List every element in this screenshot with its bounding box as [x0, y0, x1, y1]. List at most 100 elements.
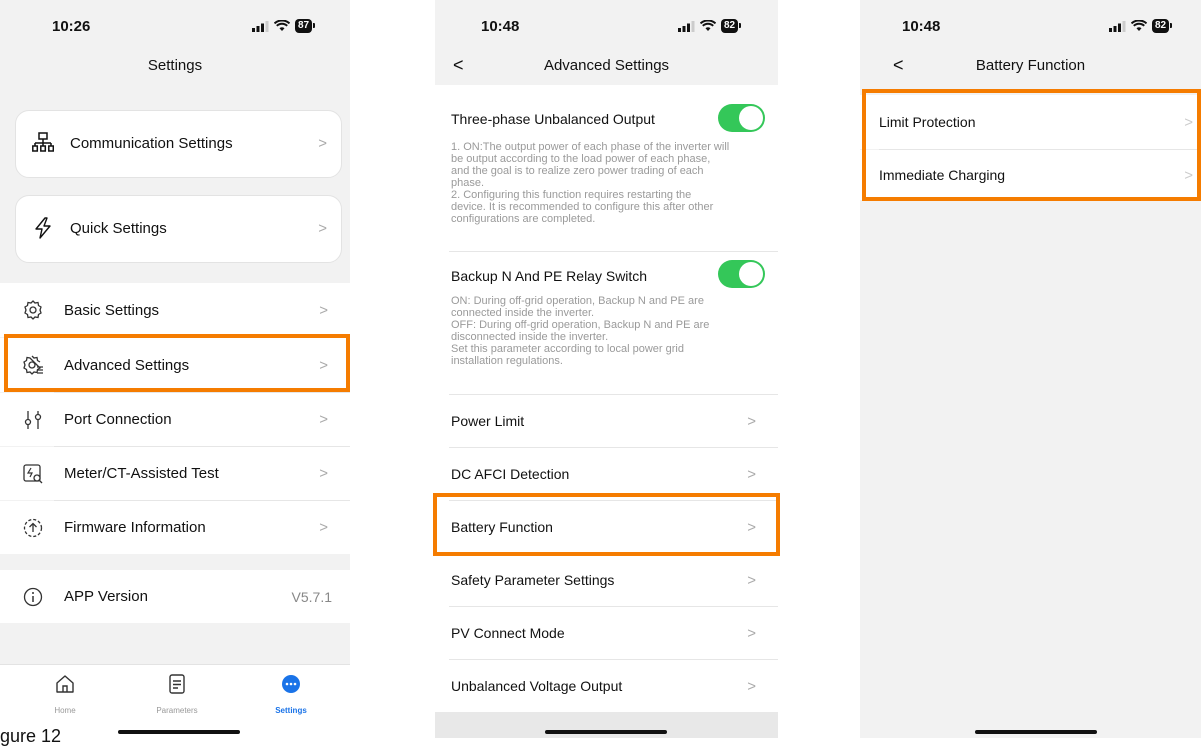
chevron-right-icon: > — [319, 411, 328, 428]
advanced-settings-item[interactable]: Advanced Settings > — [0, 338, 350, 392]
chevron-right-icon: > — [319, 356, 328, 374]
desc-line: ON: During off-grid operation, Backup N … — [451, 295, 704, 307]
wifi-icon — [700, 20, 716, 31]
status-time: 10:26 — [52, 18, 91, 35]
communication-settings-card[interactable]: Communication Settings > — [15, 110, 342, 178]
chevron-right-icon: > — [318, 220, 327, 237]
meter-ct-test-item[interactable]: Meter/CT-Assisted Test > — [0, 447, 350, 500]
backup-relay-toggle[interactable] — [718, 260, 765, 288]
three-phase-unbalanced-label: Three-phase Unbalanced Output — [451, 111, 655, 127]
desc-line: be output according to the load power of… — [451, 153, 711, 165]
chevron-right-icon: > — [747, 412, 756, 430]
three-phase-description: 1. ON:The output power of each phase of … — [451, 141, 762, 225]
tab-parameters[interactable]: Parameters — [137, 673, 217, 715]
home-icon — [56, 675, 74, 693]
signal-icon — [252, 20, 269, 32]
dc-afci-detection-label: DC AFCI Detection — [451, 466, 570, 482]
three-phase-unbalanced-toggle[interactable] — [718, 104, 765, 132]
chevron-right-icon: > — [747, 624, 756, 642]
limit-protection-label: Limit Protection — [879, 114, 976, 130]
battery-function-label: Battery Function — [451, 519, 553, 535]
dc-afci-detection-item[interactable]: DC AFCI Detection > — [435, 448, 778, 500]
quick-settings-card[interactable]: Quick Settings > — [15, 195, 342, 263]
tab-home-label: Home — [54, 706, 76, 715]
unbalanced-voltage-output-item[interactable]: Unbalanced Voltage Output > — [435, 660, 778, 712]
pv-connect-mode-item[interactable]: PV Connect Mode > — [435, 607, 778, 659]
desc-line: 1. ON:The output power of each phase of … — [451, 141, 730, 153]
desc-line: OFF: During off-grid operation, Backup N… — [451, 319, 710, 331]
info-icon — [23, 587, 43, 607]
status-icons: 82 — [1109, 19, 1173, 33]
desc-line: phase. — [451, 177, 485, 189]
battery-function-screen: 10:48 82 < Battery Function Limit Protec… — [860, 0, 1201, 738]
desc-line: disconnected inside the inverter. — [451, 331, 609, 343]
immediate-charging-item[interactable]: Immediate Charging > — [860, 150, 1201, 200]
basic-settings-item[interactable]: Basic Settings > — [0, 283, 350, 337]
bottom-area — [435, 712, 778, 738]
chevron-right-icon: > — [747, 677, 756, 695]
settings-screen: 10:26 87 Settings Communication Settings… — [0, 0, 350, 738]
sliders-icon — [24, 411, 42, 429]
port-connection-label: Port Connection — [64, 411, 172, 428]
meter-search-icon — [23, 464, 43, 484]
signal-icon — [678, 20, 695, 32]
advanced-settings-label: Advanced Settings — [64, 356, 190, 374]
status-bar: 10:48 82 — [860, 0, 1201, 50]
app-version-label: APP Version — [64, 588, 148, 605]
tab-home[interactable]: Home — [25, 673, 105, 715]
backup-relay-section: Backup N And PE Relay Switch ON: During … — [435, 252, 778, 394]
safety-parameter-settings-item[interactable]: Safety Parameter Settings > — [435, 554, 778, 606]
desc-line: Set this parameter according to local po… — [451, 343, 684, 355]
status-bar: 10:26 87 — [0, 0, 350, 50]
page-title: Settings — [147, 57, 203, 74]
three-phase-unbalanced-section: Three-phase Unbalanced Output 1. ON:The … — [435, 96, 778, 250]
meter-ct-test-label: Meter/CT-Assisted Test — [64, 465, 219, 482]
home-indicator — [545, 730, 667, 734]
status-icons: 82 — [678, 19, 742, 33]
status-bar: 10:48 82 — [435, 0, 778, 50]
desc-line: device. It is recommended to configure t… — [451, 201, 714, 213]
firmware-information-item[interactable]: Firmware Information > — [0, 501, 350, 554]
battery-indicator: 87 — [295, 19, 316, 33]
desc-line: installation regulations. — [451, 355, 563, 367]
advanced-settings-screen: 10:48 82 < Advanced Settings Three-phase… — [435, 0, 778, 738]
app-version-value: V5.7.1 — [291, 588, 332, 605]
desc-line: and the goal is to realize zero power tr… — [451, 165, 704, 177]
chevron-right-icon: > — [1184, 113, 1193, 131]
safety-parameter-settings-label: Safety Parameter Settings — [451, 572, 615, 588]
communication-settings-label: Communication Settings — [70, 135, 233, 152]
pv-connect-mode-label: PV Connect Mode — [451, 625, 565, 641]
unbalanced-voltage-output-label: Unbalanced Voltage Output — [451, 678, 623, 694]
quick-settings-label: Quick Settings — [70, 220, 167, 237]
power-limit-label: Power Limit — [451, 413, 525, 429]
tab-settings[interactable]: Settings — [251, 673, 331, 715]
chevron-right-icon: > — [319, 301, 328, 319]
lightning-icon — [35, 217, 51, 239]
battery-indicator: 82 — [721, 19, 742, 33]
backup-relay-description: ON: During off-grid operation, Backup N … — [451, 295, 762, 367]
limit-protection-item[interactable]: Limit Protection > — [860, 95, 1201, 149]
gear-icon — [24, 300, 42, 320]
status-time: 10:48 — [902, 18, 941, 35]
power-limit-item[interactable]: Power Limit > — [435, 395, 778, 447]
firmware-upgrade-icon — [23, 518, 43, 538]
chevron-right-icon: > — [747, 571, 756, 589]
page-title: Battery Function — [975, 57, 1086, 74]
immediate-charging-label: Immediate Charging — [879, 167, 1006, 183]
basic-settings-label: Basic Settings — [64, 301, 160, 319]
desc-line: configurations are completed. — [451, 213, 596, 225]
battery-function-item[interactable]: Battery Function > — [435, 501, 778, 553]
wifi-icon — [274, 20, 290, 31]
chevron-right-icon: > — [1184, 166, 1193, 184]
home-indicator — [975, 730, 1097, 734]
chevron-right-icon: > — [747, 518, 756, 536]
port-connection-item[interactable]: Port Connection > — [0, 393, 350, 446]
home-indicator — [118, 730, 240, 734]
status-time: 10:48 — [481, 18, 520, 35]
battery-indicator: 82 — [1152, 19, 1173, 33]
status-icons: 87 — [252, 19, 316, 33]
network-icon — [32, 132, 54, 152]
chevron-right-icon: > — [318, 135, 327, 152]
more-dots-icon — [282, 675, 300, 693]
app-version-item: APP Version V5.7.1 — [0, 570, 350, 623]
